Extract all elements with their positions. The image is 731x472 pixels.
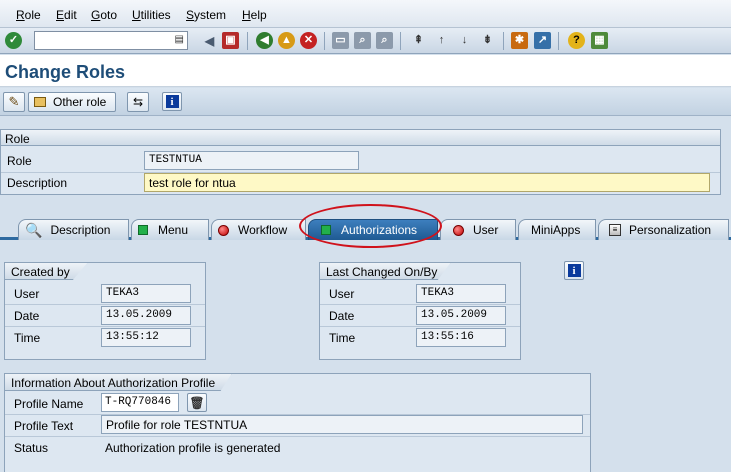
next-page-icon[interactable]: ↓ — [456, 32, 473, 49]
personalization-icon: ≡ — [609, 224, 621, 236]
info-icon: i — [567, 264, 581, 277]
status-label: Status — [14, 441, 49, 455]
cancel-icon[interactable]: ✕ — [300, 32, 317, 49]
standard-toolbar: ✓ ▤ ◀ ▣ ◀ ▲ ✕ ▭ ⌕ ⌕ ⇞ ↑ ↓ ⇟ ✱ ↗ ? ▦ — [0, 28, 731, 54]
role-label: Role — [7, 154, 32, 168]
command-input[interactable] — [35, 32, 171, 49]
find-next-icon[interactable]: ⌕ — [376, 32, 393, 49]
red-circle-icon — [218, 224, 229, 236]
hierarchy-icon: ⇆ — [132, 95, 144, 109]
last-page-icon[interactable]: ⇟ — [479, 32, 496, 49]
back-icon[interactable]: ◀ — [256, 32, 273, 49]
display-change-button[interactable]: ✎ — [3, 92, 25, 112]
profile-name-label: Profile Name — [14, 397, 84, 411]
profile-text-label: Profile Text — [14, 419, 74, 433]
delete-profile-button[interactable]: 🗑 — [187, 393, 207, 412]
first-page-icon[interactable]: ⇞ — [410, 32, 427, 49]
trash-icon: 🗑 — [189, 395, 205, 410]
back-arrow-small-icon[interactable]: ◀ — [201, 32, 218, 49]
tab-description[interactable]: 🔍 Description — [18, 219, 129, 240]
tab-miniapps[interactable]: MiniApps — [518, 219, 596, 240]
info-button-tab[interactable]: i — [564, 261, 584, 280]
profile-text-field[interactable]: Profile for role TESTNTUA — [101, 415, 583, 434]
created-time-field[interactable]: 13:55:12 — [101, 328, 191, 347]
help-icon[interactable]: ? — [568, 32, 585, 49]
other-role-button[interactable]: Other role — [28, 92, 116, 112]
hierarchy-button[interactable]: ⇆ — [127, 92, 149, 112]
description-label: Description — [7, 176, 68, 190]
shortcut-icon[interactable]: ↗ — [534, 32, 551, 49]
menu-help[interactable]: Help — [242, 8, 267, 22]
page-title: Change Roles — [5, 62, 126, 82]
last-changed-title: Last Changed On/By — [319, 262, 451, 280]
changed-user-label: User — [329, 287, 355, 301]
changed-user-field[interactable]: TEKA3 — [416, 284, 506, 303]
created-user-label: User — [14, 287, 40, 301]
print-icon[interactable]: ▭ — [332, 32, 349, 49]
enter-checkmark-icon[interactable]: ✓ — [5, 32, 22, 49]
description-field[interactable]: test role for ntua — [144, 173, 710, 192]
created-date-field[interactable]: 13.05.2009 — [101, 306, 191, 325]
pencil-glasses-icon: ✎ — [8, 94, 20, 109]
application-toolbar: ✎ Other role ⇆ i — [0, 88, 731, 116]
created-time-label: Time — [14, 331, 41, 345]
menu-edit[interactable]: Edit — [56, 8, 77, 22]
role-group-title: Role — [0, 129, 721, 146]
changed-date-field[interactable]: 13.05.2009 — [416, 306, 506, 325]
other-role-icon — [34, 97, 46, 107]
menu-bar: Role Edit Goto Utilities System Help — [0, 0, 731, 28]
find-icon[interactable]: ⌕ — [354, 32, 371, 49]
menu-goto[interactable]: Goto — [91, 8, 117, 22]
command-field[interactable]: ▤ — [34, 31, 188, 50]
green-square-icon — [138, 225, 148, 235]
new-session-icon[interactable]: ✱ — [511, 32, 528, 49]
tab-user[interactable]: User — [440, 219, 516, 240]
previous-page-icon[interactable]: ↑ — [433, 32, 450, 49]
info-button[interactable]: i — [162, 92, 182, 111]
status-value: Authorization profile is generated — [105, 441, 281, 455]
info-icon: i — [165, 95, 179, 108]
other-role-label: Other role — [53, 95, 107, 109]
layout-menu-icon[interactable]: ▦ — [591, 32, 608, 49]
created-user-field[interactable]: TEKA3 — [101, 284, 191, 303]
red-highlight-ellipse — [299, 204, 442, 248]
role-field[interactable]: TESTNTUA — [144, 151, 359, 170]
magnifier-icon: 🔍 — [25, 221, 43, 238]
menu-role[interactable]: Role — [16, 8, 41, 22]
auth-profile-title: Information About Authorization Profile — [4, 373, 232, 391]
created-date-label: Date — [14, 309, 40, 323]
profile-name-field[interactable]: T-RQ770846 — [101, 393, 179, 412]
red-circle-icon — [453, 224, 464, 236]
tab-workflow[interactable]: Workflow — [211, 219, 306, 240]
changed-date-label: Date — [329, 309, 355, 323]
tab-menu[interactable]: Menu — [131, 219, 209, 240]
save-icon[interactable]: ▣ — [222, 32, 239, 49]
dropdown-icon[interactable]: ▤ — [175, 34, 184, 45]
menu-system[interactable]: System — [186, 8, 226, 22]
menu-utilities[interactable]: Utilities — [132, 8, 171, 22]
changed-time-label: Time — [329, 331, 356, 345]
tab-personalization[interactable]: ≡ Personalization — [598, 219, 729, 240]
changed-time-field[interactable]: 13:55:16 — [416, 328, 506, 347]
exit-icon[interactable]: ▲ — [278, 32, 295, 49]
